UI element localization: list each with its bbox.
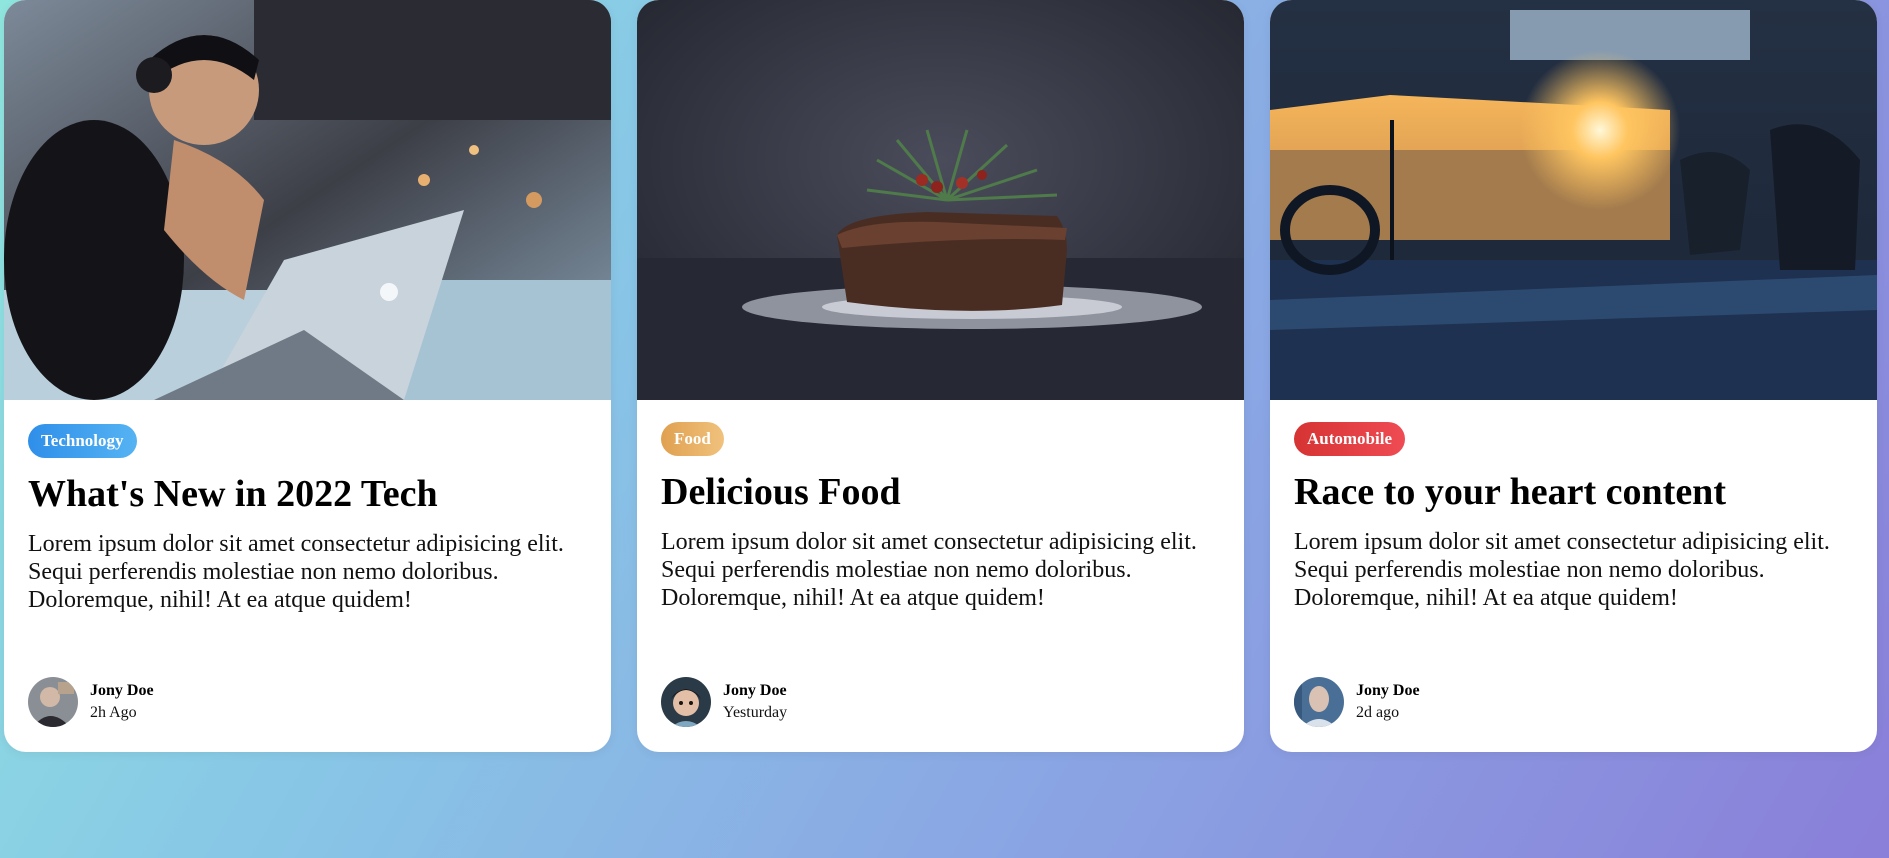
card-excerpt: Lorem ipsum dolor sit amet consectetur a…: [661, 529, 1197, 611]
avatar[interactable]: [661, 677, 711, 727]
post-time: 2d ago: [1356, 704, 1400, 721]
author-block: Jony Doe Yesturday: [661, 677, 787, 727]
post-time: 2h Ago: [90, 704, 137, 721]
author-name[interactable]: Jony Doe: [1356, 680, 1420, 702]
blog-card-food[interactable]: Food Delicious Food Lorem ipsum dolor si…: [637, 0, 1244, 752]
card-image-person-laptop: [4, 0, 611, 400]
card-excerpt: Lorem ipsum dolor sit amet consectetur a…: [1294, 529, 1830, 611]
post-time: Yesturday: [723, 704, 788, 721]
blog-card-automobile[interactable]: Automobile Race to your heart content Lo…: [1270, 0, 1877, 752]
card-title[interactable]: Race to your heart content: [1294, 470, 1853, 514]
card-image-car-interior: [1270, 0, 1877, 400]
card-title[interactable]: What's New in 2022 Tech: [28, 472, 587, 516]
author-name[interactable]: Jony Doe: [723, 680, 787, 702]
avatar[interactable]: [1294, 677, 1344, 727]
category-tag[interactable]: Automobile: [1294, 422, 1405, 456]
author-block: Jony Doe 2d ago: [1294, 677, 1420, 727]
blog-card-technology[interactable]: Technology What's New in 2022 Tech Lorem…: [4, 0, 611, 752]
category-tag[interactable]: Food: [661, 422, 724, 456]
card-list: Technology What's New in 2022 Tech Lorem…: [4, 0, 1877, 752]
card-excerpt: Lorem ipsum dolor sit amet consectetur a…: [28, 531, 564, 613]
author-block: Jony Doe 2h Ago: [28, 677, 154, 727]
avatar[interactable]: [28, 677, 78, 727]
card-image-cake: [637, 0, 1244, 400]
card-title[interactable]: Delicious Food: [661, 470, 1220, 514]
category-tag[interactable]: Technology: [28, 424, 137, 458]
author-name[interactable]: Jony Doe: [90, 680, 154, 702]
